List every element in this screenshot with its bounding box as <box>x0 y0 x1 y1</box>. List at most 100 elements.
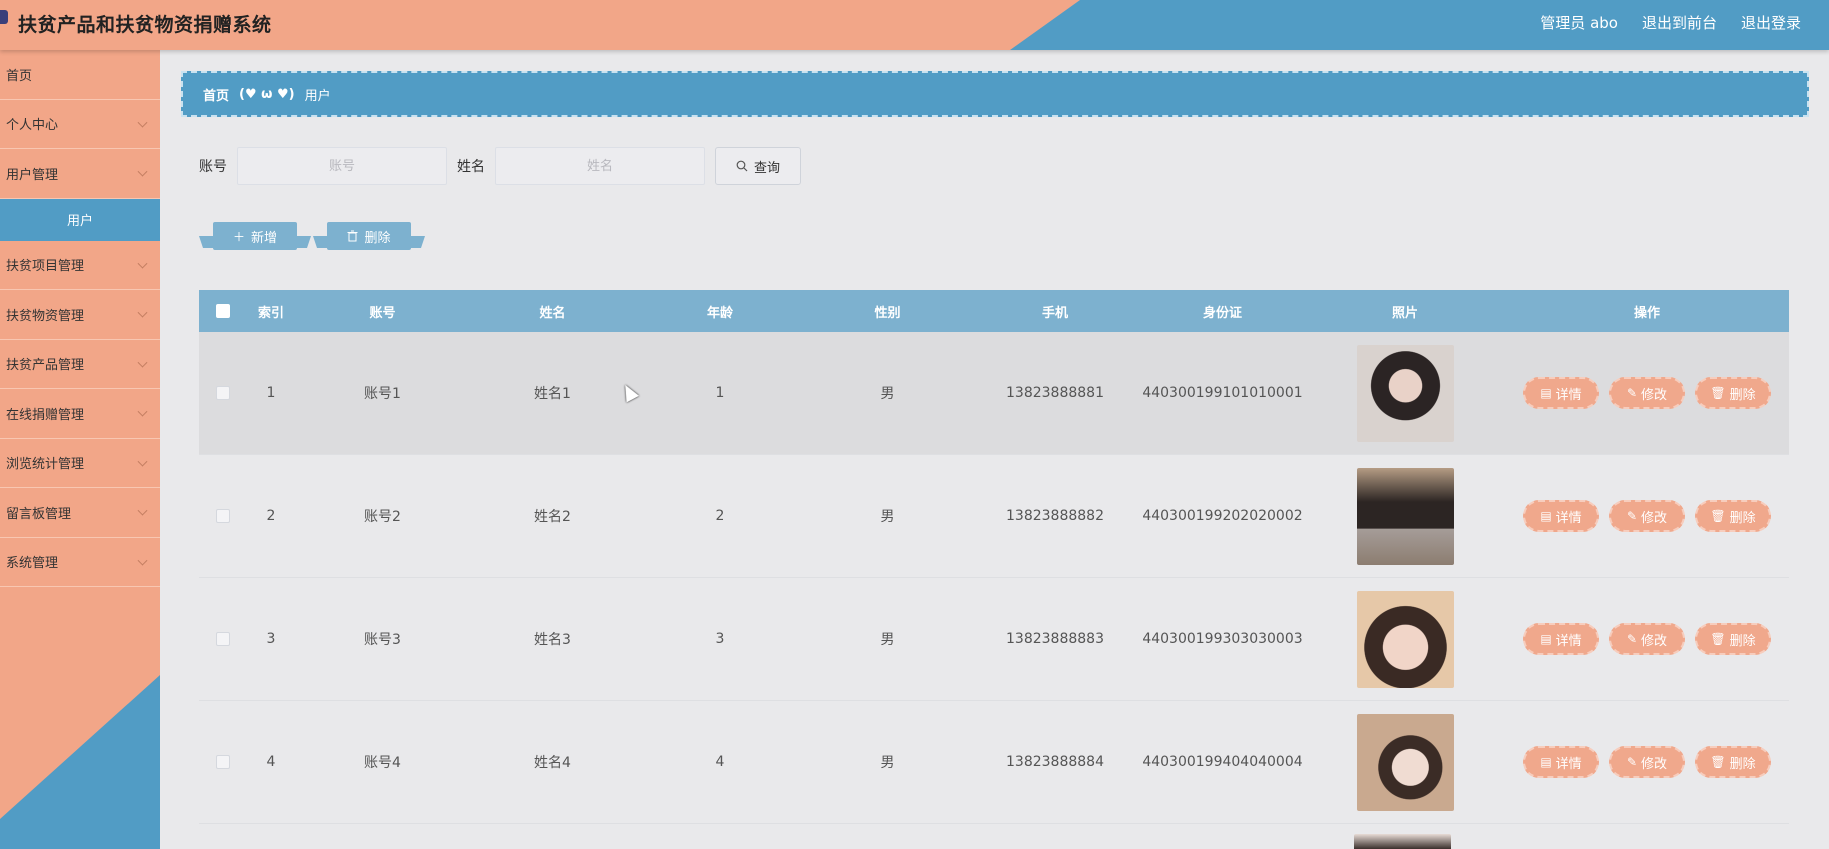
cell-name: 姓名4 <box>534 755 571 771</box>
account-label: 账号 <box>199 159 227 175</box>
sidebar-item-user-management[interactable]: 用户管理 <box>0 149 160 199</box>
cell-name: 姓名1 <box>534 386 571 402</box>
cell-photo <box>1305 713 1505 811</box>
admin-user-label[interactable]: 管理员 abo <box>1540 12 1618 33</box>
sidebar: 首页 个人中心 用户管理 用户 扶贫项目管理 扶贫物资管理 扶贫产品管理 在线捐… <box>0 50 160 849</box>
edit-button-label: 修改 <box>1641 756 1668 772</box>
user-photo[interactable] <box>1356 467 1454 565</box>
logout-link[interactable]: 退出登录 <box>1741 12 1801 33</box>
delete-button[interactable]: 🗑 删除 <box>1695 623 1771 655</box>
select-all-checkbox[interactable] <box>216 304 230 318</box>
sidebar-item-system-management[interactable]: 系统管理 <box>0 538 160 587</box>
cell-index: 1 <box>266 385 276 401</box>
sidebar-item-label: 系统管理 <box>6 556 59 572</box>
sidebar-item-personal-center[interactable]: 个人中心 <box>0 100 160 149</box>
user-photo[interactable] <box>1356 713 1454 811</box>
user-photo[interactable] <box>1356 344 1454 442</box>
cell-operations: ▤ 详情 ✎ 修改 🗑 删除 <box>1505 746 1789 778</box>
sidebar-item-label: 留言板管理 <box>6 506 72 522</box>
cell-age: 4 <box>715 754 725 770</box>
search-icon <box>736 160 748 172</box>
plus-icon: ＋ <box>232 229 245 244</box>
sidebar-item-poverty-projects[interactable]: 扶贫项目管理 <box>0 241 160 290</box>
cell-sex: 男 <box>880 509 895 525</box>
sidebar-item-message-board[interactable]: 留言板管理 <box>0 488 160 538</box>
cell-name: 姓名2 <box>534 509 571 525</box>
header-phone: 手机 <box>1041 305 1068 321</box>
row-checkbox[interactable] <box>216 509 230 523</box>
detail-button[interactable]: ▤ 详情 <box>1523 746 1599 778</box>
edit-button[interactable]: ✎ 修改 <box>1609 623 1685 655</box>
row-checkbox[interactable] <box>216 632 230 646</box>
breadcrumb: 首页 (♥ ω ♥) 用户 <box>181 71 1809 117</box>
sidebar-subitem-users[interactable]: 用户 <box>0 198 160 241</box>
delete-button[interactable]: 🗑 删除 <box>1695 377 1771 409</box>
row-checkbox-cell <box>199 386 247 400</box>
cell-account: 账号4 <box>364 755 401 771</box>
cell-account: 账号3 <box>364 632 401 648</box>
chevron-down-icon <box>137 117 148 128</box>
add-button[interactable]: ＋ 新增 <box>213 222 297 250</box>
sidebar-item-label: 首页 <box>6 68 33 84</box>
trash-icon: 🗑 <box>1710 386 1726 400</box>
batch-delete-button-label: 删除 <box>364 230 391 246</box>
row-checkbox[interactable] <box>216 755 230 769</box>
row-checkbox[interactable] <box>216 386 230 400</box>
search-bar: 账号 姓名 查询 <box>199 147 801 185</box>
app-title: 扶贫产品和扶贫物资捐赠系统 <box>18 14 272 36</box>
edit-button[interactable]: ✎ 修改 <box>1609 500 1685 532</box>
sidebar-item-label: 扶贫物资管理 <box>6 308 85 324</box>
sidebar-item-home[interactable]: 首页 <box>0 50 160 100</box>
sidebar-item-poverty-supplies[interactable]: 扶贫物资管理 <box>0 290 160 340</box>
document-icon: ▤ <box>1540 386 1552 400</box>
edit-button[interactable]: ✎ 修改 <box>1609 377 1685 409</box>
cell-age: 2 <box>715 508 725 524</box>
user-photo[interactable] <box>1354 834 1451 849</box>
edit-button[interactable]: ✎ 修改 <box>1609 746 1685 778</box>
sidebar-item-view-statistics[interactable]: 浏览统计管理 <box>0 439 160 488</box>
pencil-icon: ✎ <box>1626 755 1638 769</box>
detail-button[interactable]: ▤ 详情 <box>1523 623 1599 655</box>
detail-button[interactable]: ▤ 详情 <box>1523 377 1599 409</box>
cell-photo <box>1305 590 1505 688</box>
table-row: 4 账号4 姓名4 4 男 13823888884 44030019940404… <box>199 701 1789 824</box>
header-name: 姓名 <box>539 305 566 321</box>
chevron-down-icon <box>137 357 148 368</box>
pencil-icon: ✎ <box>1626 509 1638 523</box>
header-id-card: 身份证 <box>1202 305 1242 321</box>
cell-operations: ▤ 详情 ✎ 修改 🗑 删除 <box>1505 500 1789 532</box>
edit-button-label: 修改 <box>1641 510 1668 526</box>
table-header: 索引 账号 姓名 年龄 性别 手机 身份证 照片 操作 <box>199 290 1789 332</box>
sidebar-item-label: 在线捐赠管理 <box>6 407 85 423</box>
sidebar-item-online-donation[interactable]: 在线捐赠管理 <box>0 389 160 439</box>
cell-name: 姓名3 <box>534 632 571 648</box>
name-search-input[interactable] <box>495 147 705 185</box>
header-photo: 照片 <box>1391 305 1418 321</box>
detail-button-label: 详情 <box>1555 510 1582 526</box>
breadcrumb-separator: (♥ ω ♥) <box>239 86 295 102</box>
cell-phone: 13823888883 <box>1006 631 1104 647</box>
logo-icon <box>0 10 8 24</box>
sidebar-item-poverty-products[interactable]: 扶贫产品管理 <box>0 340 160 389</box>
query-button[interactable]: 查询 <box>715 147 801 185</box>
sidebar-item-label: 扶贫项目管理 <box>6 259 85 275</box>
delete-button[interactable]: 🗑 删除 <box>1695 746 1771 778</box>
cell-sex: 男 <box>880 386 895 402</box>
header-age: 年龄 <box>706 305 733 321</box>
cell-operations: ▤ 详情 ✎ 修改 🗑 删除 <box>1505 377 1789 409</box>
user-photo[interactable] <box>1356 590 1454 688</box>
sidebar-item-label: 扶贫产品管理 <box>6 358 85 374</box>
table-row: 2 账号2 姓名2 2 男 13823888882 44030019920202… <box>199 455 1789 578</box>
delete-button-label: 删除 <box>1729 633 1756 649</box>
chevron-down-icon <box>137 505 148 516</box>
detail-button[interactable]: ▤ 详情 <box>1523 500 1599 532</box>
row-checkbox-cell <box>199 632 247 646</box>
breadcrumb-home[interactable]: 首页 <box>203 85 229 104</box>
delete-button[interactable]: 🗑 删除 <box>1695 500 1771 532</box>
chevron-down-icon <box>137 166 148 177</box>
row-checkbox-cell <box>199 755 247 769</box>
add-button-label: 新增 <box>251 230 278 246</box>
account-search-input[interactable] <box>237 147 447 185</box>
batch-delete-button[interactable]: 删除 <box>327 222 411 250</box>
exit-to-frontend-link[interactable]: 退出到前台 <box>1642 12 1717 33</box>
